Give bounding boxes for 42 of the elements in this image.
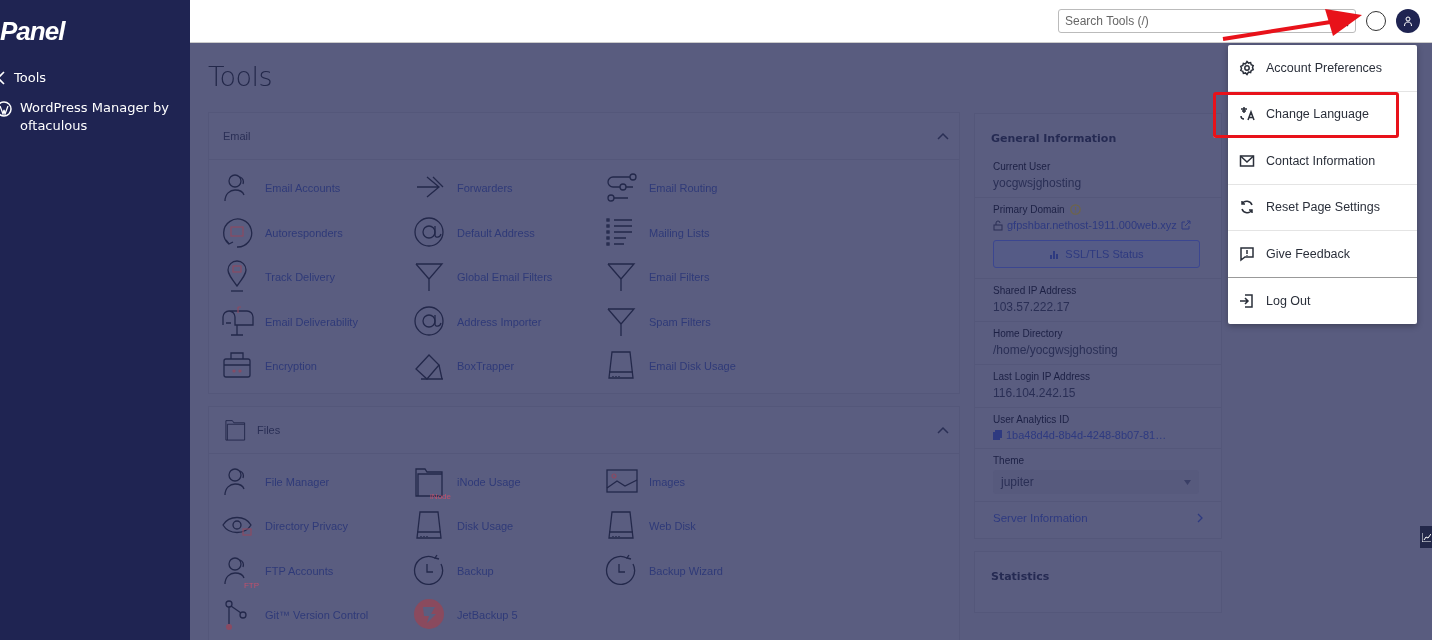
wordpress-logo-icon xyxy=(0,101,12,117)
menu-item[interactable]: Change Language xyxy=(1213,91,1399,138)
mailbox-icon xyxy=(221,304,255,339)
circular-arrow-icon xyxy=(221,215,255,250)
at-sign-icon xyxy=(413,304,447,339)
sidebar-item-label: WordPress Manager by oftaculous xyxy=(20,99,170,135)
at-sign-icon xyxy=(413,215,447,250)
logout-icon xyxy=(1239,292,1255,309)
cpanel-logo[interactable]: Panel xyxy=(0,16,65,47)
info-label: Current User xyxy=(993,161,1051,172)
info-label: Theme xyxy=(993,455,1025,466)
menu-item[interactable]: Log Out xyxy=(1228,277,1417,324)
user-avatar[interactable] xyxy=(1396,9,1420,33)
menu-item[interactable]: Contact Information xyxy=(1228,138,1417,185)
menu-item[interactable]: Reset Page Settings xyxy=(1228,184,1417,231)
bar-chart-icon xyxy=(1049,249,1060,259)
info-label: Home Directory xyxy=(993,328,1063,339)
unlocked-padlock-icon xyxy=(993,219,1003,231)
chevron-right-icon xyxy=(1197,513,1203,523)
chevron-up-icon[interactable] xyxy=(937,132,949,140)
sidebar-item[interactable]: Tools xyxy=(0,69,190,87)
info-label: Primary Domain xyxy=(993,204,1065,215)
info-label: Shared IP Address xyxy=(993,285,1077,296)
sidebar-item[interactable]: WordPress Manager by oftaculous xyxy=(0,99,190,135)
copy-icon[interactable] xyxy=(993,430,1002,440)
menu-item[interactable]: Give Feedback xyxy=(1228,231,1417,278)
icon-label: FTP xyxy=(243,580,259,590)
chevron-up-icon[interactable] xyxy=(937,425,949,434)
statistics-tab-icon[interactable] xyxy=(1420,526,1432,548)
gear-icon xyxy=(1239,59,1255,76)
menu-item[interactable]: Account Preferences xyxy=(1228,45,1417,92)
person-icon xyxy=(1403,16,1413,26)
icon-label: iNode xyxy=(430,491,451,501)
refresh-icon xyxy=(1239,199,1255,216)
caret-icon xyxy=(1184,479,1191,485)
sidebar-item-label: Tools xyxy=(14,69,47,87)
warning-icon xyxy=(1069,204,1081,215)
envelope-icon xyxy=(1239,152,1255,169)
external-link-icon[interactable] xyxy=(1180,220,1191,230)
search-field[interactable]: Search Tools (/) xyxy=(1058,9,1356,33)
info-label: User Analytics ID xyxy=(993,414,1070,425)
feedback-icon xyxy=(1239,245,1255,262)
